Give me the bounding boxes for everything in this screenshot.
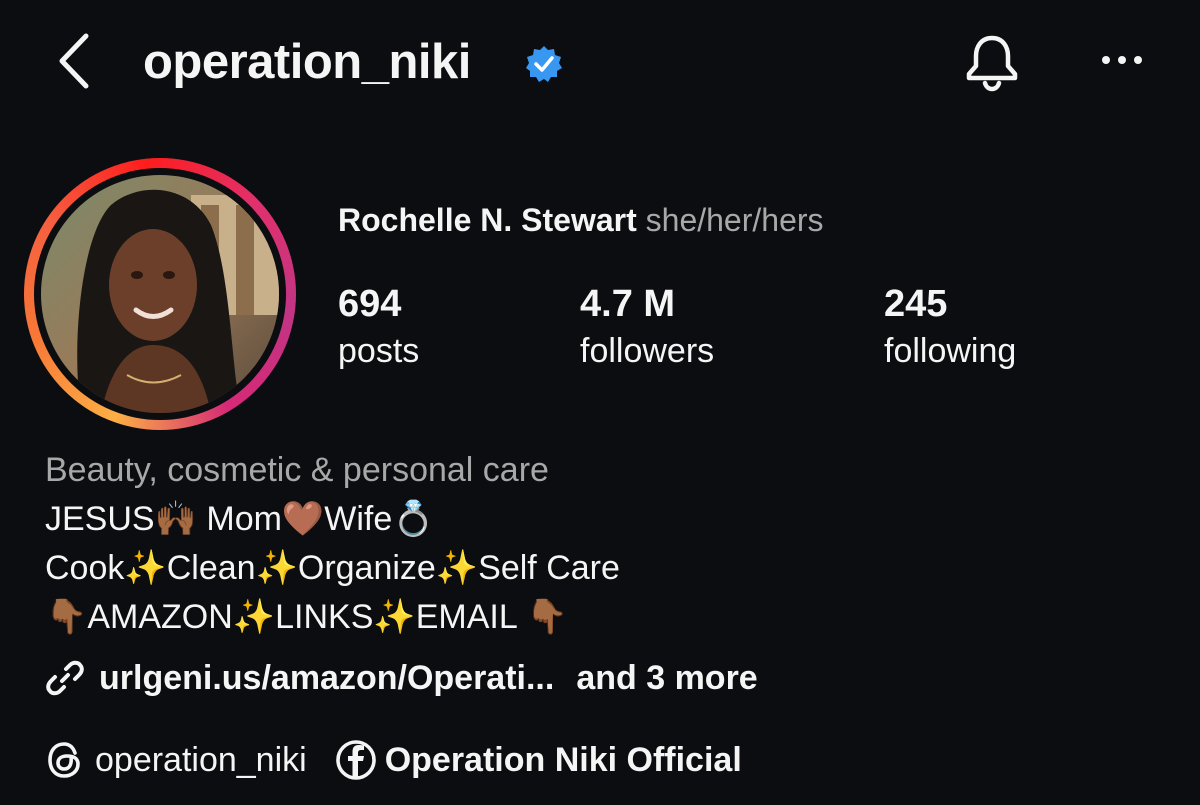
chevron-left-icon xyxy=(59,33,89,89)
threads-link[interactable]: operation_niki xyxy=(45,740,307,780)
profile-page: operation_niki Rochelle N. Stewart she/h… xyxy=(0,0,1200,805)
link-icon xyxy=(46,660,84,696)
more-horizontal-icon xyxy=(1102,56,1142,64)
display-name: Rochelle N. Stewart xyxy=(338,202,637,238)
avatar xyxy=(41,175,279,413)
stat-followers-label: followers xyxy=(580,332,715,370)
header-username: operation_niki xyxy=(143,35,471,89)
bio-line: Cook✨Clean✨Organize✨Self Care xyxy=(45,549,620,587)
pronouns: she/her/hers xyxy=(645,202,824,238)
more-options-button[interactable] xyxy=(1092,40,1152,80)
stat-followers[interactable]: 4.7 M followers xyxy=(580,282,714,372)
social-links-row: operation_niki Operation Niki Official xyxy=(45,735,742,785)
bio-line: JESUS🙌🏾 Mom🤎Wife💍 xyxy=(45,500,435,538)
stat-followers-count: 4.7 M xyxy=(580,283,676,325)
stat-posts-count: 694 xyxy=(338,283,402,325)
bio-line: 👇🏾AMAZON✨LINKS✨EMAIL 👇🏾 xyxy=(45,598,569,636)
bio-link-row[interactable]: urlgeni.us/amazon/Operati... and 3 more xyxy=(45,653,758,703)
profile-header: operation_niki xyxy=(0,0,1200,130)
bio-link[interactable]: urlgeni.us/amazon/Operati... xyxy=(99,659,554,698)
bio: Beauty, cosmetic & personal care JESUS🙌🏾… xyxy=(45,446,620,642)
stat-posts-label: posts xyxy=(338,332,420,370)
bell-icon xyxy=(966,35,1018,92)
stat-posts[interactable]: 694 posts xyxy=(338,282,419,372)
bio-category: Beauty, cosmetic & personal care xyxy=(45,451,549,489)
verified-badge-icon xyxy=(524,44,564,84)
stat-following-label: following xyxy=(884,332,1017,370)
stat-following[interactable]: 245 following xyxy=(884,282,1016,372)
threads-icon xyxy=(48,742,80,778)
facebook-link[interactable]: Operation Niki Official xyxy=(335,739,742,781)
more-links-button[interactable]: and 3 more xyxy=(576,659,757,698)
back-button[interactable] xyxy=(52,28,102,94)
facebook-icon xyxy=(335,740,376,780)
notifications-button[interactable] xyxy=(960,32,1024,92)
profile-name: Rochelle N. Stewart she/her/hers xyxy=(338,201,824,239)
threads-username: operation_niki xyxy=(95,740,307,779)
avatar-story-ring[interactable] xyxy=(24,158,296,430)
facebook-page-name: Operation Niki Official xyxy=(384,740,742,779)
stat-following-count: 245 xyxy=(884,283,948,325)
